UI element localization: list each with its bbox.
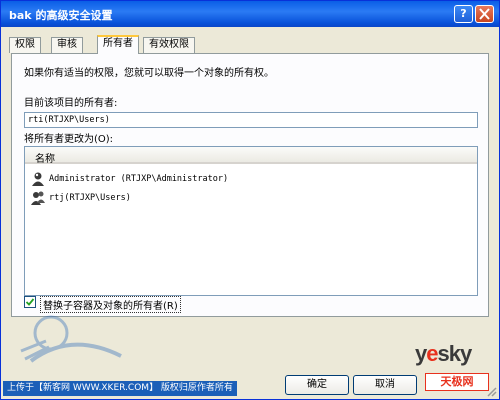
ok-button[interactable]: 确定 [285,375,349,395]
close-icon [479,8,490,20]
owner-tab-panel: 如果你有适当的权限，您就可以取得一个对象的所有权。 目前该项目的所有者: rti… [11,53,489,317]
current-owner-field: rti(RTJXP\Users) [24,112,478,128]
close-button[interactable] [475,5,494,23]
title-bar[interactable]: bak 的高级安全设置 ? [1,1,499,27]
tab-effective-permissions[interactable]: 有效权限 [143,37,195,53]
help-button[interactable]: ? [454,5,473,23]
window-title: bak 的高级安全设置 [9,9,113,22]
tab-permissions[interactable]: 权限 [9,37,41,53]
list-item[interactable]: Administrator (RTJXP\Administrator) [31,171,471,187]
cancel-button[interactable]: 取消 [353,375,417,395]
current-owner-label: 目前该项目的所有者: [24,98,118,109]
owner-list[interactable]: 名称 Administrator (RTJXP\Administrator) r… [24,146,478,296]
list-item-label: rtj(RTJXP\Users) [49,193,131,203]
list-header[interactable]: 名称 [25,147,477,165]
tianji-logo: 天极网 [425,373,489,391]
watermark-emblem [20,315,122,363]
single-user-icon [32,172,44,186]
list-item-label: Administrator (RTJXP\Administrator) [49,174,229,184]
list-item[interactable]: rtj(RTJXP\Users) [31,190,471,206]
name-column-header[interactable]: 名称 [35,150,55,165]
advanced-security-settings-window: bak 的高级安全设置 ? 权限 审核 所有者 有效权限 如果你有适当的权限，您… [0,0,500,400]
yesky-logo: yesky [415,341,472,366]
change-owner-label: 将所有者更改为(O): [24,134,114,145]
upload-credit-banner: 上传于【新客网 WWW.XKER.COM】 版权归原作者所有 [3,381,237,396]
resize-grip-icon[interactable] [485,385,497,397]
user-group-icon [31,191,45,205]
tab-owner[interactable]: 所有者 [97,35,139,54]
tab-auditing[interactable]: 审核 [51,37,83,53]
instructions-text: 如果你有适当的权限，您就可以取得一个对象的所有权。 [24,68,274,79]
